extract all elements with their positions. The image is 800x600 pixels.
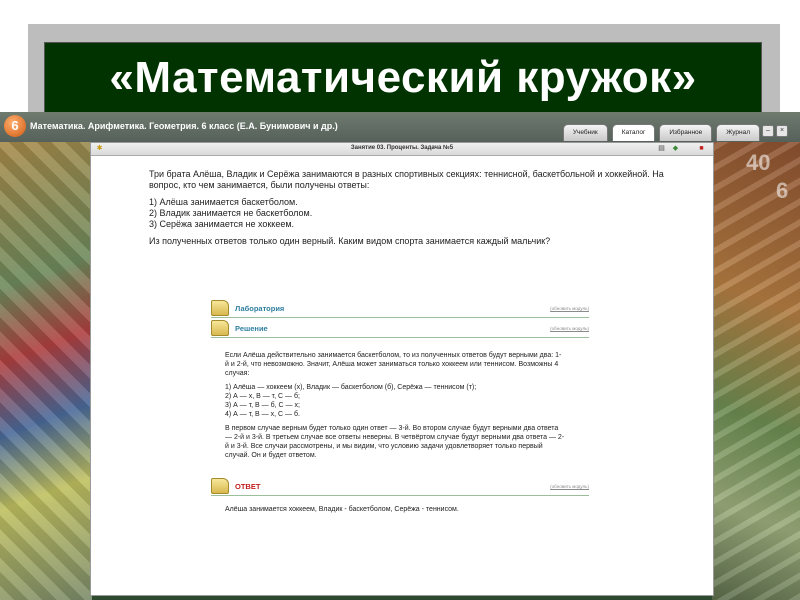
solution-block: Если Алёша действительно занимается баск…: [225, 351, 565, 460]
slide-title-box: «Математический кружок»: [44, 42, 762, 114]
app-header: 6 Математика. Арифметика. Геометрия. 6 к…: [0, 112, 800, 142]
update-module-link[interactable]: (обновить модуль): [550, 484, 589, 489]
list-item: 2) Владик занимается не баскетболом.: [149, 208, 313, 218]
pencil-icon: [211, 478, 229, 494]
section-answer[interactable]: ОТВЕТ (обновить модуль): [211, 478, 589, 496]
lesson-bar: ✱ Занятие 03. Проценты. Задача №5 ▤ ◆ ■: [91, 143, 713, 156]
problem-question: Из полученных ответов только один верный…: [149, 236, 551, 246]
slide-title: «Математический кружок»: [109, 53, 697, 102]
list-item: 1) Алёша занимается баскетболом.: [149, 197, 298, 207]
open-folder-icon: [211, 320, 229, 336]
tab-journal[interactable]: Журнал: [716, 124, 760, 141]
tab-textbook[interactable]: Учебник: [562, 124, 608, 141]
decor-right-image: 40 6: [712, 142, 800, 600]
update-module-link[interactable]: (обновить модуль): [550, 306, 589, 311]
lesson-title: Занятие 03. Проценты. Задача №5: [350, 145, 454, 151]
update-module-link[interactable]: (обновить модуль): [550, 326, 589, 331]
close-icon[interactable]: ×: [776, 125, 788, 137]
solution-paragraph: Если Алёша действительно занимается баск…: [225, 352, 562, 377]
decor-left-image: [0, 142, 92, 600]
list-item: 3) А — т, В — б, С — х;: [225, 402, 300, 409]
print-icon[interactable]: ▤: [657, 144, 666, 153]
section-label: Решение: [235, 324, 268, 333]
answer-block: Алёша занимается хоккеем, Владик - баске…: [225, 505, 565, 514]
content-panel: ✱ Занятие 03. Проценты. Задача №5 ▤ ◆ ■ …: [90, 142, 714, 596]
answer-text: Алёша занимается хоккеем, Владик - баске…: [225, 506, 459, 513]
decor-number: 40: [746, 150, 771, 175]
list-item: 2) А — х, В — т, С — б;: [225, 393, 300, 400]
close-lesson-icon[interactable]: ■: [697, 144, 706, 153]
decor-number: 6: [776, 178, 789, 203]
tab-bar: Учебник Каталог Избранное Журнал: [562, 124, 760, 141]
section-label: Лаборатория: [235, 304, 285, 313]
answers-list: 1) Алёша занимается баскетболом. 2) Влад…: [149, 197, 689, 230]
solution-paragraph: В первом случае верным будет только один…: [225, 425, 565, 459]
section-label: ОТВЕТ: [235, 482, 261, 491]
list-item: 1) Алёша — хоккеем (х), Владик — баскетб…: [225, 384, 477, 391]
tab-favorites[interactable]: Избранное: [659, 124, 713, 141]
list-item: 3) Серёжа занимается не хоккеем.: [149, 219, 295, 229]
tab-catalog[interactable]: Каталог: [611, 124, 656, 141]
section-laboratory[interactable]: Лаборатория (обновить модуль): [211, 300, 589, 318]
app-logo-icon: 6: [4, 115, 26, 137]
list-item: 4) А — т, В — х, С — б.: [225, 411, 300, 418]
app-window: 6 Математика. Арифметика. Геометрия. 6 к…: [0, 112, 800, 600]
problem-block: Три брата Алёша, Владик и Серёжа занимаю…: [149, 169, 689, 247]
folder-icon: [211, 300, 229, 316]
cases-list: 1) Алёша — хоккеем (х), Владик — баскетб…: [225, 383, 565, 419]
minimize-icon[interactable]: –: [762, 125, 774, 137]
section-solution[interactable]: Решение (обновить модуль): [211, 320, 589, 338]
bookmark-icon[interactable]: ◆: [671, 144, 680, 153]
app-title: Математика. Арифметика. Геометрия. 6 кла…: [30, 121, 338, 131]
problem-text: Три брата Алёша, Владик и Серёжа занимаю…: [149, 169, 664, 190]
